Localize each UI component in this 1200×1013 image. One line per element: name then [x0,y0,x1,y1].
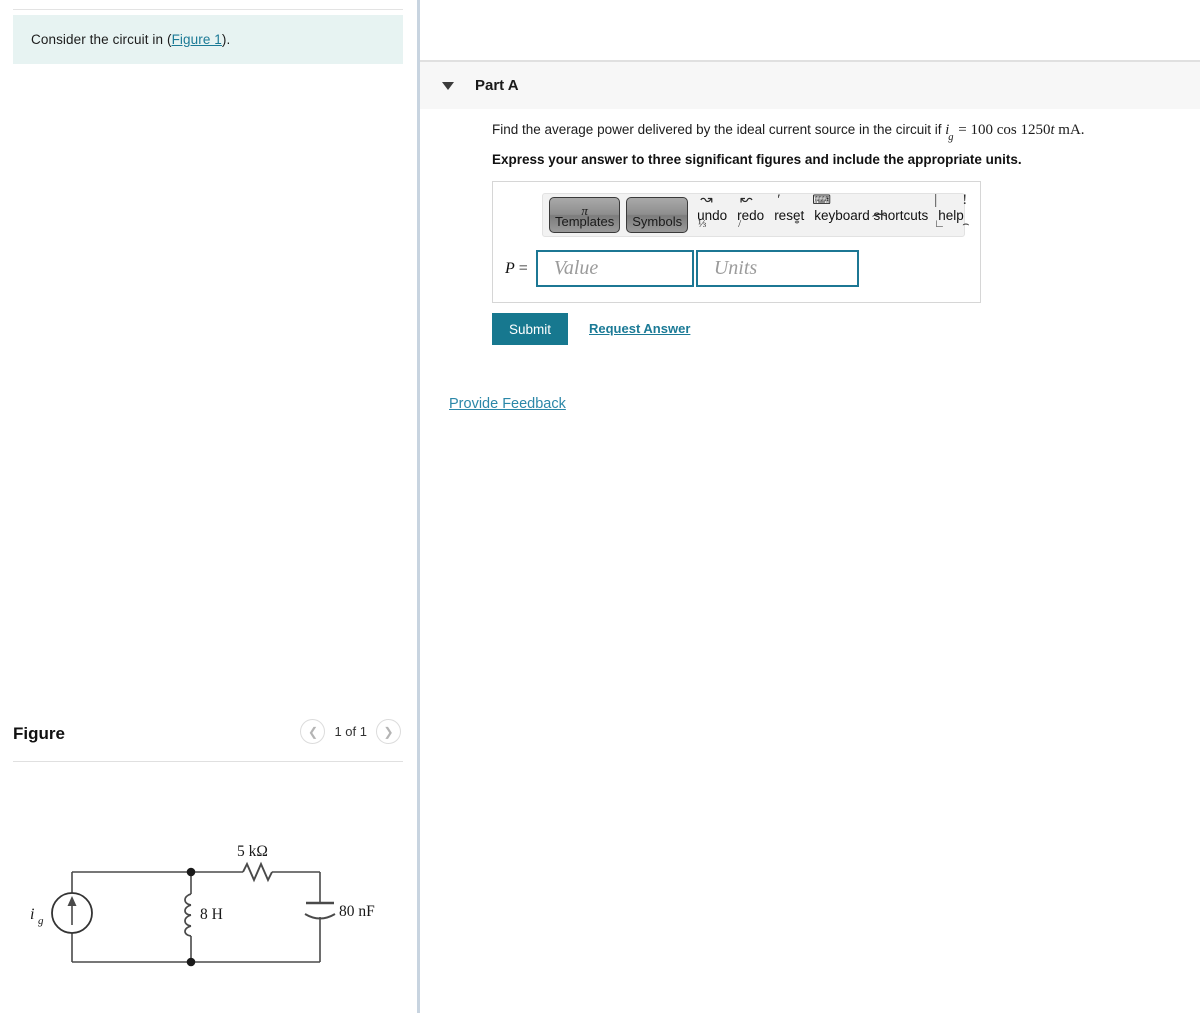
prompt-after: ). [221,32,231,47]
chevron-left-icon: ❮ [307,724,318,739]
reset-label: reset [774,207,805,223]
arc-glyph2-icon: ↜ [740,191,753,208]
symbols-label: Symbols [632,214,683,229]
undo-button[interactable]: ↝ ⅓ undo [697,192,728,229]
figure-counter: 1 of 1 [334,724,367,739]
answer-entry-box: π Templates Symbols ↝ ⅓ undo ↜ / redo ′ … [492,181,981,303]
answer-prefix: P = [505,260,528,278]
question-instruction: Express your answer to three significant… [492,152,1022,167]
circuit-diagram-svg: i g 8 H 5 kΩ 80 nF [30,843,375,967]
keyboard-shortcuts-label: keyboard shortcuts [814,207,929,223]
question-text: Find the average power delivered by the … [492,122,1085,143]
redo-label: redo [737,207,765,223]
source-label: i [30,906,34,923]
question-expression-unit: mA [1054,122,1081,138]
resistor-label: 5 kΩ [237,843,268,860]
figure-next-button[interactable]: ❯ [376,719,401,744]
inductor-label: 8 H [200,906,223,923]
templates-label: Templates [555,214,615,229]
figure-divider [13,761,403,762]
circuit-figure[interactable]: i g 8 H 5 kΩ 80 nF [0,790,417,1013]
right-pane: Part A Find the average power delivered … [420,0,1200,1013]
problem-prompt-text: Consider the circuit in (Figure 1). [31,32,230,47]
question-expression: 100 cos 1250 [970,122,1051,138]
bang-glyph-icon: ! [962,191,968,208]
figure-header: Figure ❮ 1 of 1 ❯ [13,714,403,760]
figure-prev-button[interactable]: ❮ [300,719,326,744]
bar-glyph-icon: | [934,191,938,208]
figure-title: Figure [13,724,65,743]
reset-button[interactable]: ′ * reset [774,192,805,229]
answer-row: P = Value Units [505,250,859,287]
part-a-header[interactable]: Part A [420,62,1200,109]
inductor-symbol [184,893,192,937]
prompt-before: Consider the circuit in ( [31,32,172,47]
provide-feedback-link[interactable]: Provide Feedback [449,396,566,412]
figure-1-link[interactable]: Figure 1 [172,32,222,47]
help-button[interactable]: | ! ∟ ⌢ help [934,192,969,229]
page-root: Consider the circuit in (Figure 1). Figu… [0,0,1200,1013]
node-dot-top [186,867,196,877]
answer-prefix-var: P [505,259,515,277]
question-var-sub: g [948,131,954,143]
part-a-label: Part A [475,77,519,94]
node-dot-bottom [186,957,196,967]
question-equals: = [954,122,971,138]
toolbar-links: ↝ ⅓ undo ↜ / redo ′ * reset ⌨ ⏜ keyboard… [697,192,969,231]
request-answer-link[interactable]: Request Answer [589,321,690,336]
redo-button[interactable]: ↜ / redo [737,192,765,229]
left-pane: Consider the circuit in (Figure 1). Figu… [0,0,417,1013]
answer-units-input[interactable]: Units [695,250,859,287]
figure-pager: ❮ 1 of 1 ❯ [300,719,401,744]
keyboard-icon: ⌨ [812,191,831,207]
answer-prefix-eq: = [514,259,528,277]
undo-label: undo [697,207,728,223]
answer-value-input[interactable]: Value [535,250,694,287]
capacitor-symbol [304,901,336,920]
capacitor-label: 80 nF [339,903,375,920]
arc-glyph-icon: ↝ [700,191,713,208]
top-divider [13,9,403,10]
symbols-button[interactable]: Symbols [626,197,689,233]
question-lead: Find the average power delivered by the … [492,122,946,137]
templates-button[interactable]: π Templates [549,197,621,233]
submit-button[interactable]: Submit [492,313,568,345]
question-period: . [1080,122,1085,138]
math-toolbar: π Templates Symbols ↝ ⅓ undo ↜ / redo ′ … [542,192,970,237]
help-label: help [938,207,964,223]
caret-down-icon[interactable] [442,81,454,90]
source-label-sub: g [38,915,44,927]
problem-prompt-card: Consider the circuit in (Figure 1). [13,15,403,64]
keyboard-shortcuts-button[interactable]: ⌨ ⏜ keyboard shortcuts [812,193,929,231]
chevron-right-icon: ❯ [383,724,394,739]
prime-glyph-icon: ′ [777,191,781,208]
